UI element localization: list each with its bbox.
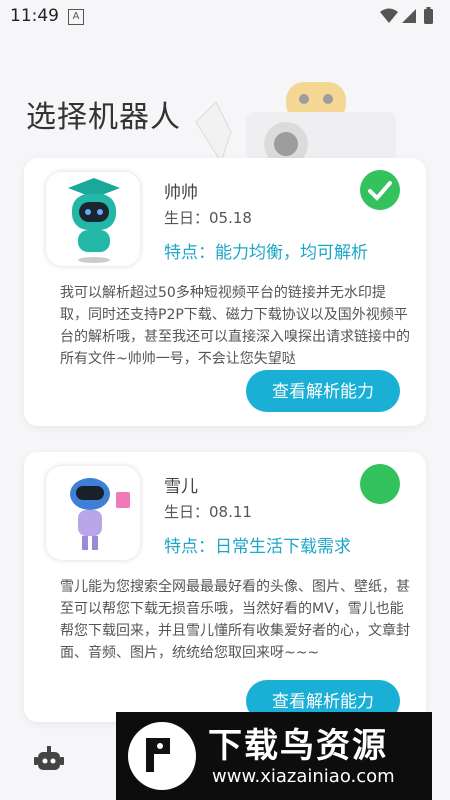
robot-birthday: 生日：08.11 xyxy=(164,503,252,521)
watermark-title: 下载鸟资源 xyxy=(208,726,388,766)
robot-card-xueer[interactable]: 雪儿 生日：08.11 特点：日常生活下载需求 雪儿能为您搜索全网最最最好看的头… xyxy=(24,452,426,722)
select-toggle[interactable] xyxy=(360,464,400,504)
signal-icon xyxy=(402,9,416,23)
view-parse-ability-button[interactable]: 查看解析能力 xyxy=(246,370,400,412)
watermark-url: www.xiazainiao.com xyxy=(212,766,395,787)
selected-check-icon[interactable] xyxy=(360,170,400,210)
robot-feature: 特点：日常生活下载需求 xyxy=(164,537,351,557)
robot-description: 雪儿能为您搜索全网最最最好看的头像、图片、壁纸，甚至可以帮您下载无损音乐哦，当然… xyxy=(60,579,410,661)
wifi-icon xyxy=(380,8,398,23)
watermark-banner: 下载鸟资源 www.xiazainiao.com xyxy=(116,712,432,800)
robot-feature: 特点：能力均衡，均可解析 xyxy=(164,243,368,263)
system-status-icons xyxy=(380,7,433,24)
status-bar: 11:49 A xyxy=(0,0,450,34)
robot-name: 帅帅 xyxy=(164,183,198,203)
robot-birthday: 生日：05.18 xyxy=(164,209,252,227)
notification-icon: A xyxy=(68,9,84,25)
battery-icon xyxy=(424,9,433,24)
robot-description: 我可以解析超过50多种短视频平台的链接并无水印提取，同时还支持P2P下载、磁力下… xyxy=(60,285,410,367)
robot-xueer-icon xyxy=(70,478,130,550)
robot-avatar-xueer xyxy=(46,466,140,560)
robot-card-shuaishuai[interactable]: 帅帅 生日：05.18 特点：能力均衡，均可解析 我可以解析超过50多种短视频平… xyxy=(24,158,426,426)
checkmark-icon xyxy=(368,181,392,201)
robot-name: 雪儿 xyxy=(164,477,198,497)
status-time: 11:49 xyxy=(10,6,59,26)
robot-avatar-shuaishuai xyxy=(46,172,140,266)
robot-shuaishuai-icon xyxy=(68,178,120,263)
bird-logo-icon xyxy=(128,722,196,790)
robot-tab-icon[interactable] xyxy=(34,744,64,774)
page-title: 选择机器人 xyxy=(26,100,181,135)
